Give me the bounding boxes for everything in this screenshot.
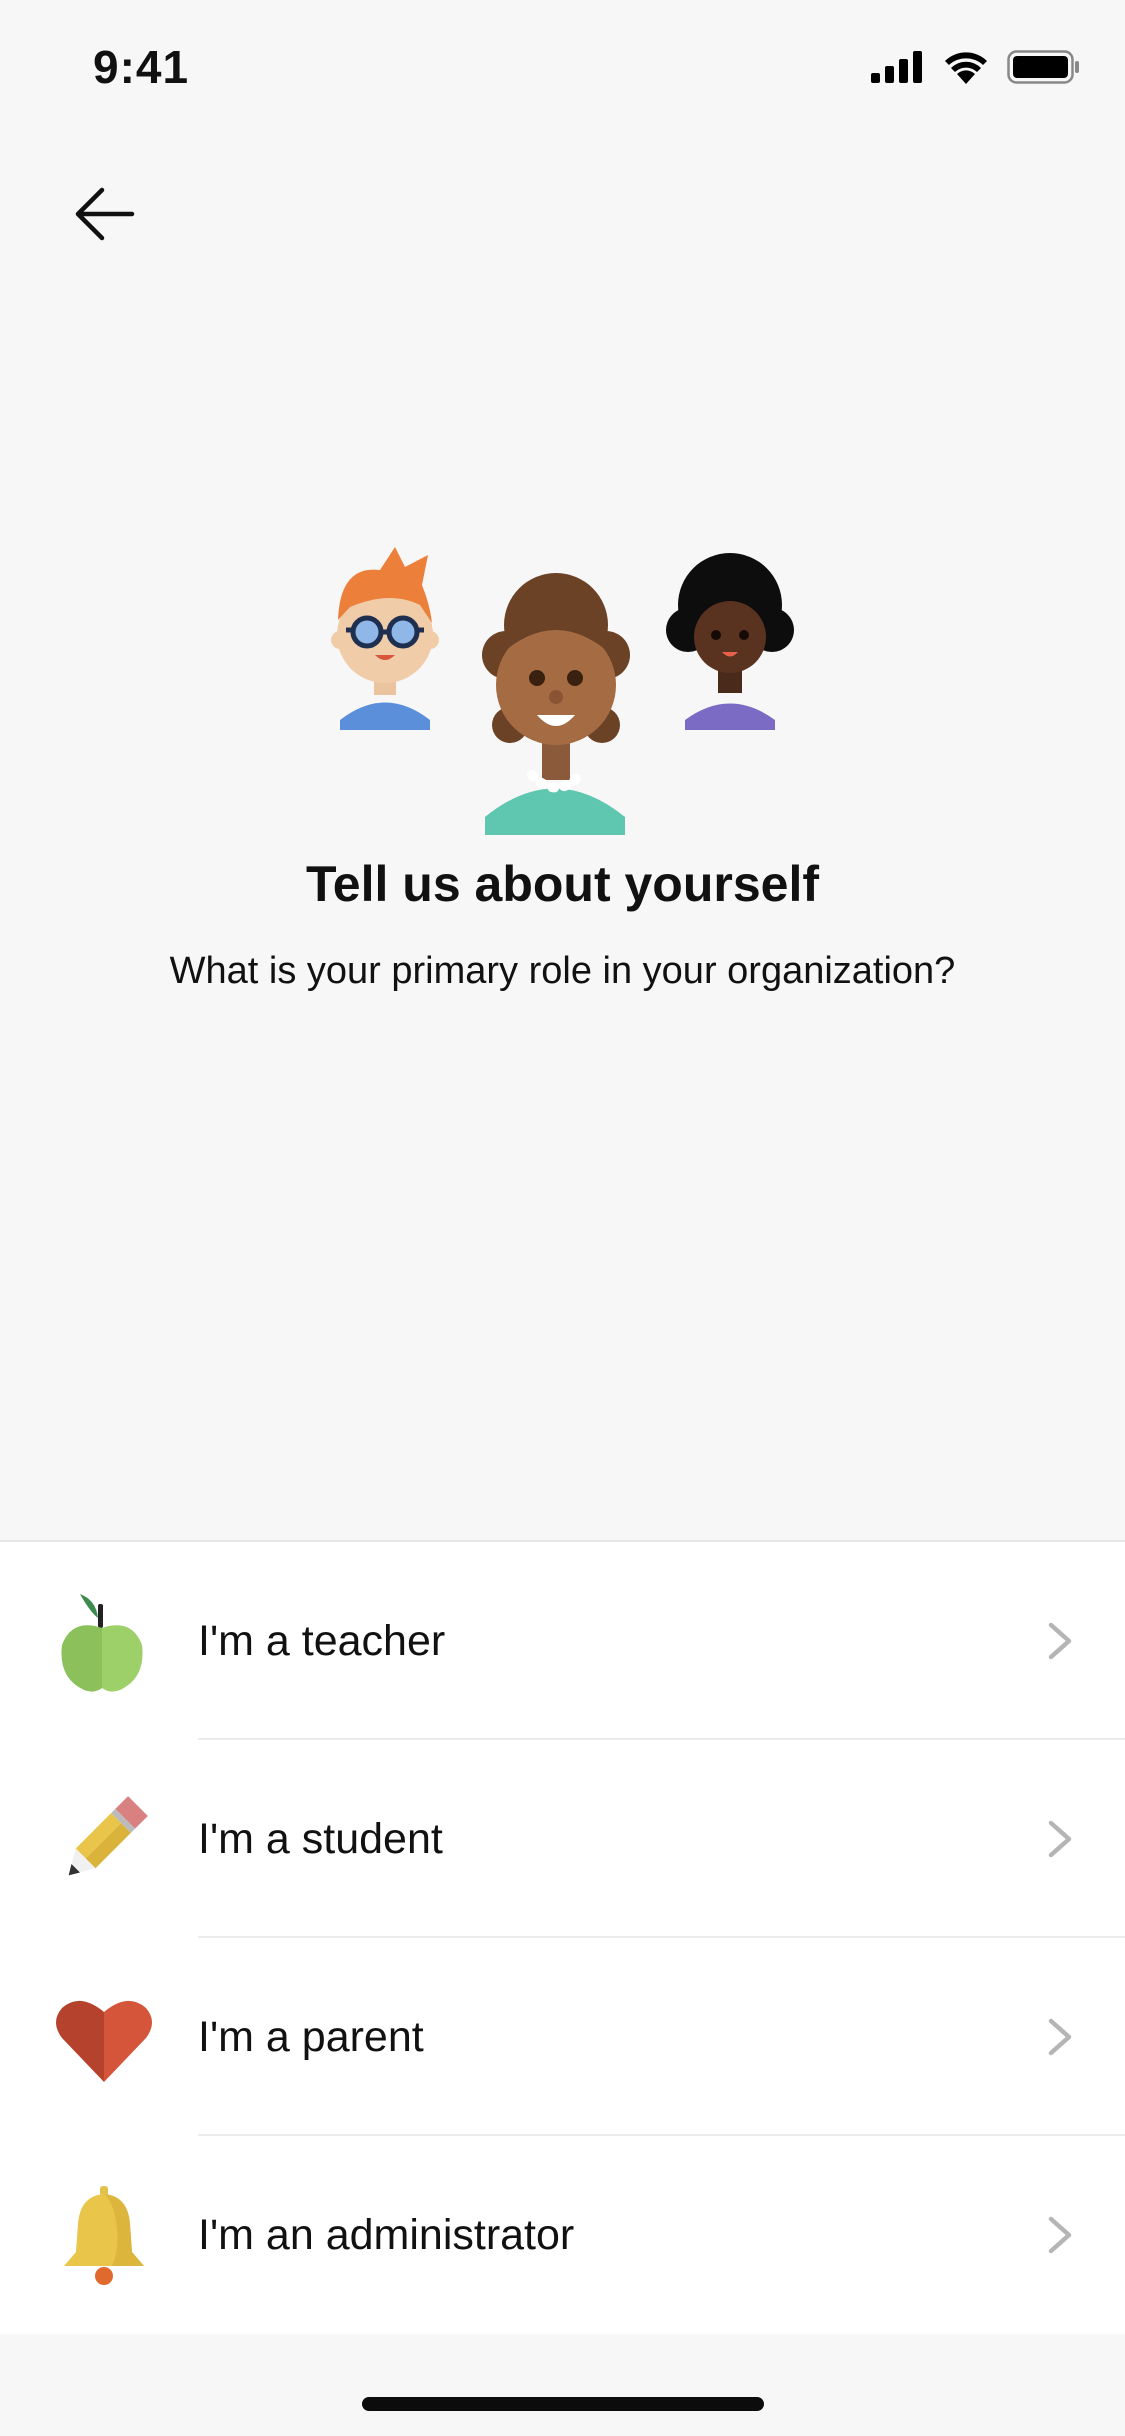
- bell-icon: [52, 2184, 156, 2288]
- role-label-administrator: I'm an administrator: [198, 2210, 575, 2259]
- role-item-parent[interactable]: I'm a parent: [0, 1938, 1125, 2136]
- girl-figure: [666, 553, 794, 730]
- heart-icon: [52, 1986, 156, 2090]
- status-time: 9:41: [93, 41, 190, 93]
- chevron-right-icon: [1048, 1820, 1072, 1858]
- chevron-right-icon: [1048, 2018, 1072, 2056]
- page-title: Tell us about yourself: [305, 856, 820, 912]
- role-label-parent: I'm a parent: [198, 2012, 424, 2061]
- back-button[interactable]: [56, 166, 152, 262]
- role-label-teacher: I'm a teacher: [198, 1616, 446, 1665]
- role-item-administrator[interactable]: I'm an administrator: [0, 2136, 1125, 2334]
- hero-illustration: [310, 535, 820, 835]
- boy-figure: [331, 547, 439, 730]
- woman-figure: [482, 573, 630, 835]
- status-icons: [871, 50, 1081, 84]
- role-item-teacher[interactable]: I'm a teacher: [0, 1542, 1125, 1740]
- role-label-student: I'm a student: [198, 1814, 443, 1863]
- pencil-icon: [52, 1788, 156, 1892]
- status-bar: 9:41: [0, 0, 1125, 140]
- chevron-right-icon: [1048, 1622, 1072, 1660]
- role-list: I'm a teacher I'm a student I'm a parent…: [0, 1540, 1125, 2334]
- battery-icon: [1007, 50, 1079, 84]
- people-illustration: [331, 547, 794, 835]
- wifi-icon: [945, 52, 987, 84]
- signal-icon: [871, 51, 922, 83]
- role-item-student[interactable]: I'm a student: [0, 1740, 1125, 1938]
- page-subtitle: What is your primary role in your organi…: [169, 950, 956, 992]
- chevron-right-icon: [1048, 2216, 1072, 2254]
- home-indicator: [362, 2397, 764, 2411]
- apple-icon: [52, 1590, 156, 1694]
- arrow-left-icon: [75, 187, 135, 241]
